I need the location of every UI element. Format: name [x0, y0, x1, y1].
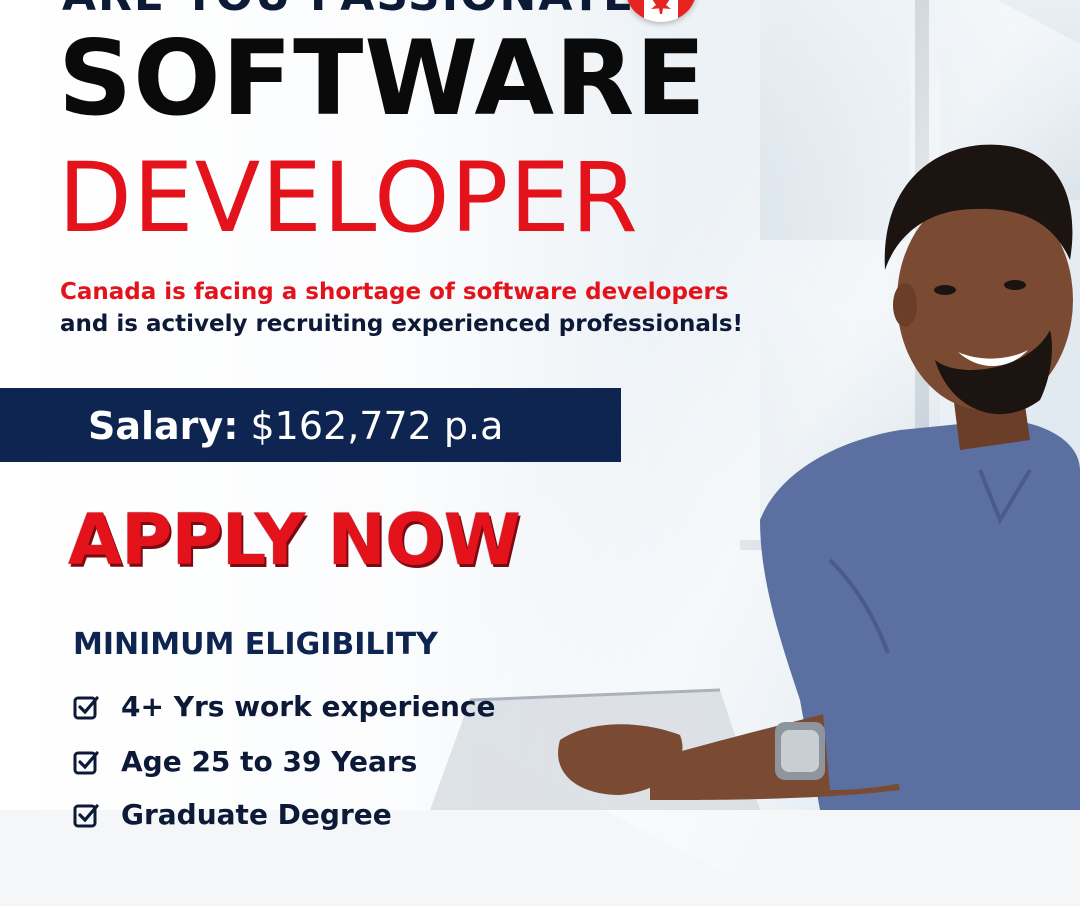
salary-banner: Salary: $162,772 p.a — [0, 388, 621, 462]
salary-value: $162,772 p.a — [250, 404, 504, 448]
eligibility-item: Age 25 to 39 Years — [73, 745, 417, 778]
subtitle-line-1: Canada is facing a shortage of software … — [60, 279, 729, 305]
checkbox-icon — [73, 750, 99, 774]
eligibility-item-label: Graduate Degree — [121, 798, 392, 831]
subtitle-line-2: and is actively recruiting experienced p… — [60, 311, 743, 337]
eligibility-item: 4+ Yrs work experience — [73, 690, 495, 723]
salary-text: Salary: $162,772 p.a — [88, 404, 503, 448]
apply-now-cta[interactable]: APPLY NOW — [68, 505, 521, 575]
checkbox-icon — [73, 803, 99, 827]
headline-software: SOFTWARE — [58, 19, 707, 139]
checkbox-icon — [73, 695, 99, 719]
eligibility-item: Graduate Degree — [73, 798, 392, 831]
eligibility-item-label: Age 25 to 39 Years — [121, 745, 418, 778]
headline-developer: DEVELOPER — [58, 142, 639, 254]
headline-intro: ARE YOU PASSIONATE — [62, 0, 635, 21]
eligibility-title: MINIMUM ELIGIBILITY — [73, 627, 438, 662]
eligibility-item-label: 4+ Yrs work experience — [121, 690, 496, 723]
salary-label: Salary: — [88, 404, 239, 448]
